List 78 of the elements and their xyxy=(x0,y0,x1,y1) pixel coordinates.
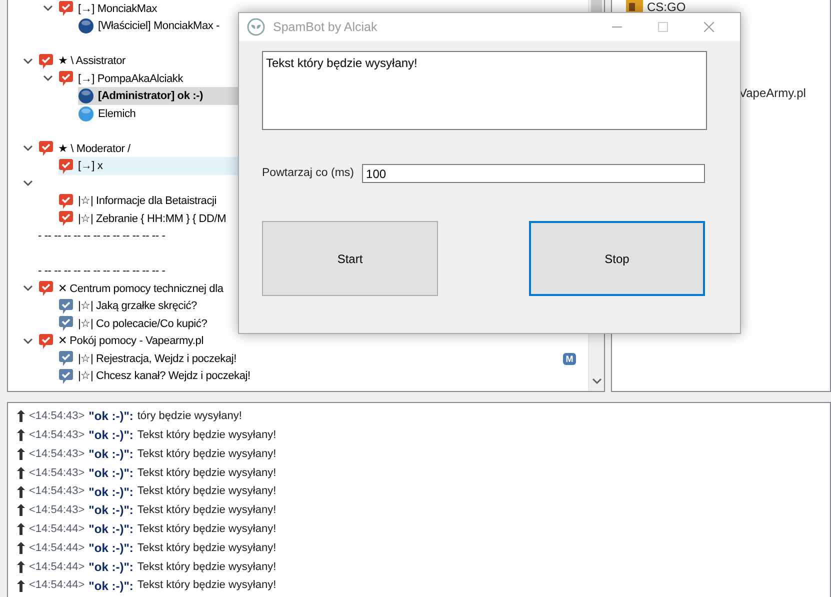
message-time: <14:54:43> xyxy=(29,484,85,500)
message-text: Tekst który będzie wysyłany! xyxy=(137,428,276,443)
chevron-icon[interactable] xyxy=(43,75,53,82)
message-text: Tekst który będzie wysyłany! xyxy=(137,484,276,500)
chevron-icon[interactable] xyxy=(23,285,33,292)
message-text: Tekst który będzie wysyłany! xyxy=(137,466,276,481)
message-author[interactable]: "ok :-)": xyxy=(88,520,134,538)
spacer-line[interactable]: - -- -- -- -- -- -- -- -- -- -- -- -- - xyxy=(38,263,166,280)
message-author[interactable]: "ok :-)": xyxy=(88,407,134,426)
channel-name[interactable]: |☆| Rejestracja, Wejdz i poczekaj! xyxy=(78,350,236,367)
message-text: Tekst który będzie wysyłany! xyxy=(137,446,276,462)
up-arrow-icon xyxy=(17,542,25,554)
channel-name[interactable]: [→] x xyxy=(78,158,103,174)
action-button[interactable]: Start xyxy=(262,221,438,296)
channel-name[interactable]: |☆| Informacje dla Betaistracji xyxy=(78,193,217,210)
up-arrow-icon xyxy=(17,486,25,498)
message-author[interactable]: "ok :-)": xyxy=(88,576,134,595)
chevron-icon[interactable] xyxy=(23,145,33,152)
action-button[interactable]: Stop xyxy=(529,221,705,296)
channel-name[interactable]: [→] PompaAkaAlciakk xyxy=(78,70,184,87)
maximize-icon xyxy=(658,22,668,32)
message-text: tóry będzie wysyłany! xyxy=(137,409,242,424)
channel-name[interactable]: |☆| Zebranie { HH:MM } { DD/M xyxy=(78,210,226,227)
message-author[interactable]: "ok :-)": xyxy=(88,538,134,557)
message-time: <14:54:43> xyxy=(29,503,85,518)
close-icon xyxy=(704,22,714,32)
speech-badge: M xyxy=(562,352,576,365)
message-field[interactable]: Tekst który będzie wysyłany! xyxy=(262,51,707,130)
interval-field[interactable]: 100 xyxy=(362,164,705,183)
message-author[interactable]: "ok :-)": xyxy=(88,482,134,501)
message-time: <14:54:43> xyxy=(29,466,85,481)
message-text: Tekst który będzie wysyłany! xyxy=(137,503,276,518)
channel-name[interactable]: ✕ Centrum pomocy technicznej dla xyxy=(58,280,224,297)
channel-name[interactable]: ★ \ Moderator / xyxy=(58,140,130,157)
up-arrow-icon xyxy=(17,466,25,479)
up-arrow-icon xyxy=(17,504,25,516)
up-arrow-icon xyxy=(17,523,25,536)
channel-name[interactable]: ★ \ Assistrator xyxy=(58,53,126,70)
channel-name[interactable]: |☆| Co polecacie/Co kupić? xyxy=(78,316,208,332)
message-time: <14:54:43> xyxy=(29,409,85,424)
up-arrow-icon xyxy=(17,448,25,460)
window-title: SpamBot by Alciak xyxy=(273,18,378,36)
message-time: <14:54:44> xyxy=(29,522,85,537)
chevron-icon[interactable] xyxy=(23,338,33,345)
message-text: Tekst który będzie wysyłany! xyxy=(137,522,276,537)
message-author[interactable]: "ok :-)": xyxy=(88,558,134,576)
message-time: <14:54:44> xyxy=(29,540,85,556)
interval-label: Powtarzaj co (ms) xyxy=(262,166,354,181)
channel-name[interactable]: |☆| Jaką grzałke skręcić? xyxy=(78,298,197,314)
channel-name[interactable]: [→] MonciakMax xyxy=(78,0,158,17)
message-time: <14:54:44> xyxy=(29,560,85,575)
message-text: Tekst który będzie wysyłany! xyxy=(137,560,276,575)
message-time: <14:54:43> xyxy=(29,428,85,443)
chevron-icon[interactable] xyxy=(23,58,33,65)
channel-name[interactable]: |☆| Chcesz kanał? Wejdz i poczekaj! xyxy=(78,368,250,384)
client-name[interactable]: [Administrator] ok :-) xyxy=(98,88,203,104)
alien-icon xyxy=(247,18,265,36)
message-author[interactable]: "ok :-)": xyxy=(88,501,134,520)
website-text: VapeArmy.pl xyxy=(739,86,806,100)
message-author[interactable]: "ok :-)": xyxy=(88,444,134,463)
up-arrow-icon xyxy=(17,429,25,442)
scroll-down-icon[interactable] xyxy=(592,378,602,385)
up-arrow-icon xyxy=(17,580,25,592)
client-name[interactable]: Elemich xyxy=(98,106,136,122)
chevron-icon[interactable] xyxy=(43,5,53,12)
message-text: Tekst który będzie wysyłany! xyxy=(137,578,276,594)
client-name[interactable]: [Właściciel] MonciakMax - xyxy=(98,18,220,34)
message-time: <14:54:44> xyxy=(29,578,85,594)
chevron-icon[interactable] xyxy=(23,180,33,188)
message-time: <14:54:43> xyxy=(29,446,85,462)
message-author[interactable]: "ok :-)": xyxy=(88,464,134,482)
channel-name[interactable]: ✕ Pokój pomocy - Vapearmy.pl xyxy=(58,333,204,350)
up-arrow-icon xyxy=(17,560,25,573)
message-text: Tekst który będzie wysyłany! xyxy=(137,540,276,556)
message-author[interactable]: "ok :-)": xyxy=(88,426,134,444)
spacer-line[interactable]: - -- -- -- -- -- -- -- -- -- -- -- -- - xyxy=(38,228,166,244)
up-arrow-icon xyxy=(17,410,25,422)
game-name: CS:GO xyxy=(647,0,686,14)
